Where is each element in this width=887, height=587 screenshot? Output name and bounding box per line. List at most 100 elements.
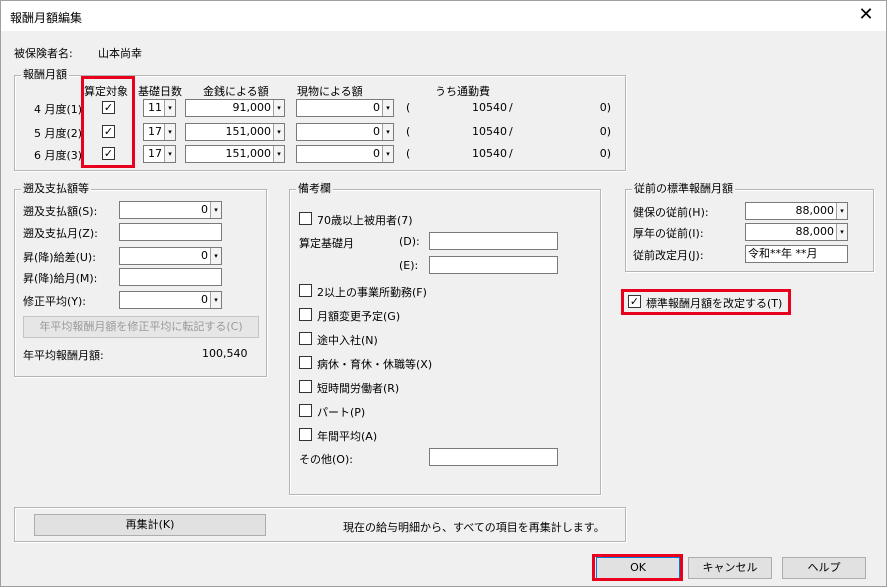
payroll-edit-dialog: 報酬月額編集 ✕ 被保険者名: 山本尚幸 報酬月額 算定対象 基礎日数 金銭によ…: [0, 0, 887, 587]
commute-slash: /: [509, 125, 513, 138]
previous-legend: 従前の標準報酬月額: [632, 182, 735, 196]
leave-checkbox[interactable]: [299, 356, 312, 369]
commute-close-april: 0): [599, 101, 611, 114]
over70-checkbox[interactable]: [299, 212, 312, 225]
health-previous-input[interactable]: 88,000 ▾: [745, 202, 848, 220]
annual-avg-label[interactable]: 年間平均(A): [317, 428, 377, 444]
cash-amount-april[interactable]: 91,000 ▾: [185, 99, 285, 117]
revise-standard-label[interactable]: 標準報酬月額を改定する(T): [646, 295, 782, 311]
calc-d-label: (D):: [399, 235, 420, 248]
transfer-annual-average-button[interactable]: 年平均報酬月額を修正平均に転記する(C): [23, 316, 259, 338]
dropdown-arrow-icon[interactable]: ▾: [273, 124, 284, 140]
help-button[interactable]: ヘルプ: [782, 557, 866, 579]
calc-e-input[interactable]: [429, 256, 558, 274]
days-select-april[interactable]: 11 ▾: [143, 99, 176, 117]
close-icon[interactable]: ✕: [856, 6, 876, 24]
dropdown-arrow-icon[interactable]: ▾: [273, 146, 284, 162]
calc-d-input[interactable]: [429, 232, 558, 250]
pension-previous-input[interactable]: 88,000 ▾: [745, 223, 848, 241]
revise-standard-checkbox[interactable]: ✓: [628, 295, 641, 308]
other-label: その他(O):: [299, 453, 353, 466]
header-commute: うち通勤費: [435, 85, 490, 98]
leave-label[interactable]: 病休・育休・休職等(X): [317, 356, 432, 372]
cancel-button[interactable]: キャンセル: [688, 557, 772, 579]
dropdown-arrow-icon[interactable]: ▾: [836, 203, 847, 219]
dropdown-arrow-icon[interactable]: ▾: [164, 146, 175, 162]
mid-join-label[interactable]: 途中入社(N): [317, 332, 378, 348]
dropdown-arrow-icon[interactable]: ▾: [273, 100, 284, 116]
over70-label[interactable]: 70歳以上被用者(7): [317, 212, 413, 228]
target-checkbox-april[interactable]: ✓: [102, 101, 115, 114]
dropdown-arrow-icon[interactable]: ▾: [164, 124, 175, 140]
raise-diff-label: 昇(降)給差(U):: [23, 251, 96, 264]
days-value-may: 17: [148, 125, 162, 138]
dropdown-arrow-icon[interactable]: ▾: [210, 202, 221, 218]
corrected-avg-input[interactable]: 0 ▾: [119, 291, 222, 309]
commute-open-paren: (: [406, 147, 411, 160]
cash-amount-may[interactable]: 151,000 ▾: [185, 123, 285, 141]
revision-month-input[interactable]: 令和**年 **月: [745, 245, 848, 263]
health-previous-value: 88,000: [795, 204, 835, 217]
days-select-may[interactable]: 17 ▾: [143, 123, 176, 141]
recalc-button[interactable]: 再集計(K): [34, 514, 266, 536]
annual-average-value: 100,540: [202, 347, 248, 360]
cash-amount-june[interactable]: 151,000 ▾: [185, 145, 285, 163]
commute-slash: /: [509, 101, 513, 114]
mid-join-checkbox[interactable]: [299, 332, 312, 345]
retro-amount-label: 遡及支払額(S):: [23, 205, 98, 218]
annual-average-label: 年平均報酬月額:: [23, 349, 104, 362]
target-checkbox-june[interactable]: ✓: [102, 147, 115, 160]
calc-e-label: (E):: [399, 259, 419, 272]
days-select-june[interactable]: 17 ▾: [143, 145, 176, 163]
row-label-june[interactable]: 6 月度(3): [34, 147, 82, 163]
pension-previous-value: 88,000: [795, 225, 835, 238]
commute-slash: /: [509, 147, 513, 160]
retro-month-label: 遡及支払月(Z):: [23, 227, 98, 240]
revision-month-label: 従前改定月(J):: [633, 249, 704, 262]
part-time-checkbox[interactable]: [299, 404, 312, 417]
cash-value-june: 151,000: [225, 147, 272, 160]
health-previous-label: 健保の従前(H):: [633, 206, 709, 219]
other-input[interactable]: [429, 448, 558, 466]
multi-office-label[interactable]: 2以上の事業所勤務(F): [317, 284, 427, 300]
target-checkbox-may[interactable]: ✓: [102, 125, 115, 138]
amount-change-checkbox[interactable]: [299, 308, 312, 321]
raise-month-input[interactable]: [119, 268, 222, 286]
commute-close-may: 0): [599, 125, 611, 138]
in-kind-amount-may[interactable]: 0 ▾: [296, 123, 394, 141]
remarks-legend: 備考欄: [296, 182, 333, 196]
cash-value-april: 91,000: [232, 101, 272, 114]
short-time-label[interactable]: 短時間労働者(R): [317, 380, 399, 396]
pension-previous-label: 厚年の従前(I):: [633, 227, 704, 240]
retro-legend: 遡及支払額等: [21, 182, 91, 196]
row-label-may[interactable]: 5 月度(2): [34, 125, 82, 141]
dropdown-arrow-icon[interactable]: ▾: [210, 248, 221, 264]
in-kind-value-april: 0: [373, 101, 380, 114]
raise-diff-value: 0: [201, 249, 208, 262]
dropdown-arrow-icon[interactable]: ▾: [164, 100, 175, 116]
monthly-pay-legend: 報酬月額: [21, 68, 69, 82]
commute-open-paren: (: [406, 125, 411, 138]
insured-name-label: 被保険者名:: [14, 47, 73, 60]
raise-diff-input[interactable]: 0 ▾: [119, 247, 222, 265]
dropdown-arrow-icon[interactable]: ▾: [382, 124, 393, 140]
dropdown-arrow-icon[interactable]: ▾: [210, 292, 221, 308]
retro-month-input[interactable]: [119, 223, 222, 241]
dropdown-arrow-icon[interactable]: ▾: [382, 100, 393, 116]
title-bar: 報酬月額編集 ✕: [1, 1, 886, 31]
retro-amount-input[interactable]: 0 ▾: [119, 201, 222, 219]
part-time-label[interactable]: パート(P): [317, 404, 365, 420]
dropdown-arrow-icon[interactable]: ▾: [382, 146, 393, 162]
corrected-avg-label: 修正平均(Y):: [23, 295, 87, 308]
annual-avg-checkbox[interactable]: [299, 428, 312, 441]
short-time-checkbox[interactable]: [299, 380, 312, 393]
commute-value-june: 10540: [472, 147, 507, 160]
dropdown-arrow-icon[interactable]: ▾: [836, 224, 847, 240]
ok-button[interactable]: OK: [596, 557, 680, 579]
in-kind-amount-june[interactable]: 0 ▾: [296, 145, 394, 163]
in-kind-value-june: 0: [373, 147, 380, 160]
in-kind-amount-april[interactable]: 0 ▾: [296, 99, 394, 117]
amount-change-label[interactable]: 月額変更予定(G): [317, 308, 400, 324]
multi-office-checkbox[interactable]: [299, 284, 312, 297]
row-label-april[interactable]: 4 月度(1): [34, 101, 82, 117]
